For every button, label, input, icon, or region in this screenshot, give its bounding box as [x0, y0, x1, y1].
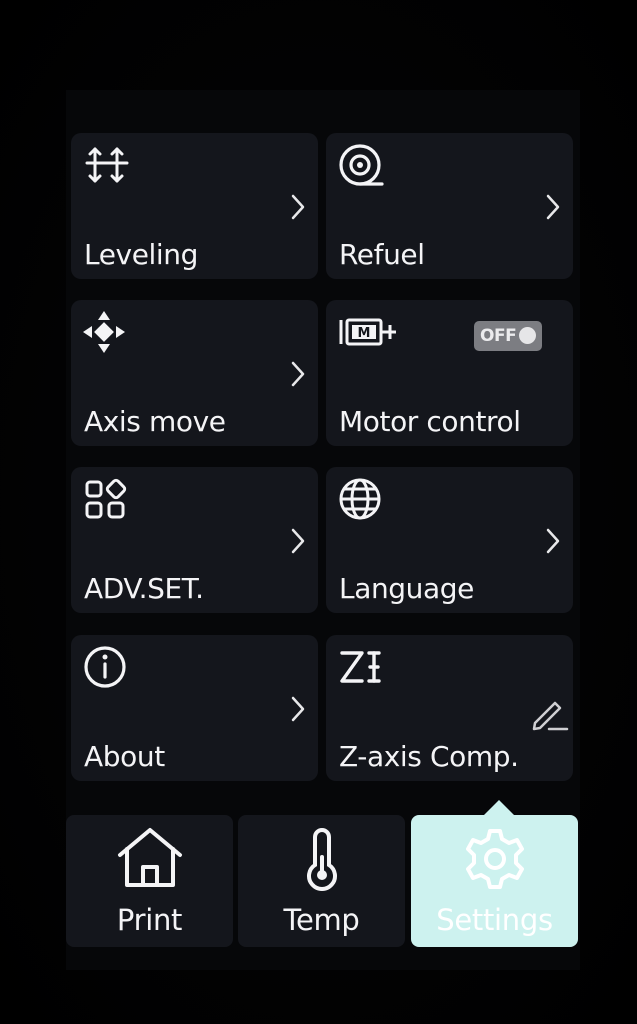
filament-spool-icon [338, 143, 386, 187]
tab-settings[interactable]: Settings [411, 815, 578, 947]
tab-print[interactable]: Print [66, 815, 233, 947]
chevron-right-icon [288, 527, 308, 555]
tile-about[interactable]: About [71, 635, 318, 781]
tile-refuel[interactable]: Refuel [326, 133, 573, 279]
tile-motor-control[interactable]: M OFF Motor control [326, 300, 573, 446]
tile-label: Motor control [339, 405, 521, 438]
tab-label: Settings [436, 903, 553, 937]
tile-axis-move[interactable]: Axis move [71, 300, 318, 446]
tab-temp[interactable]: Temp [238, 815, 405, 947]
toggle-knob [519, 327, 536, 344]
tile-label: Axis move [84, 405, 226, 438]
toggle-text: OFF [480, 326, 517, 346]
chevron-right-icon [543, 193, 563, 221]
edit-pencil-icon[interactable] [529, 693, 569, 733]
z-offset-icon [338, 645, 386, 689]
tile-label: Leveling [84, 238, 199, 271]
motor-toggle-switch[interactable]: OFF [474, 321, 542, 351]
tab-label: Print [116, 903, 183, 937]
tile-adv-set[interactable]: ADV.SET. [71, 467, 318, 613]
tab-label: Temp [283, 903, 360, 937]
info-icon [83, 645, 131, 689]
tile-label: Language [339, 572, 474, 605]
home-icon [115, 827, 185, 891]
tile-leveling[interactable]: Leveling [71, 133, 318, 279]
apps-grid-icon [83, 477, 131, 521]
globe-icon [338, 477, 386, 521]
chevron-right-icon [543, 527, 563, 555]
chevron-right-icon [288, 193, 308, 221]
tile-label: Z-axis Comp. [339, 740, 519, 773]
chevron-right-icon [288, 360, 308, 388]
tile-language[interactable]: Language [326, 467, 573, 613]
chevron-right-icon [288, 695, 308, 723]
tile-label: About [84, 740, 165, 773]
move-arrows-icon [83, 310, 131, 354]
tile-z-axis-comp[interactable]: Z-axis Comp. [326, 635, 573, 781]
active-tab-pointer [483, 800, 515, 816]
tile-label: ADV.SET. [84, 572, 204, 605]
thermometer-icon [287, 827, 357, 891]
svg-text:M: M [358, 326, 371, 341]
motor-icon: M [338, 310, 402, 354]
leveling-arrows-icon [83, 143, 131, 187]
gear-icon [460, 827, 530, 891]
tile-label: Refuel [339, 238, 425, 271]
